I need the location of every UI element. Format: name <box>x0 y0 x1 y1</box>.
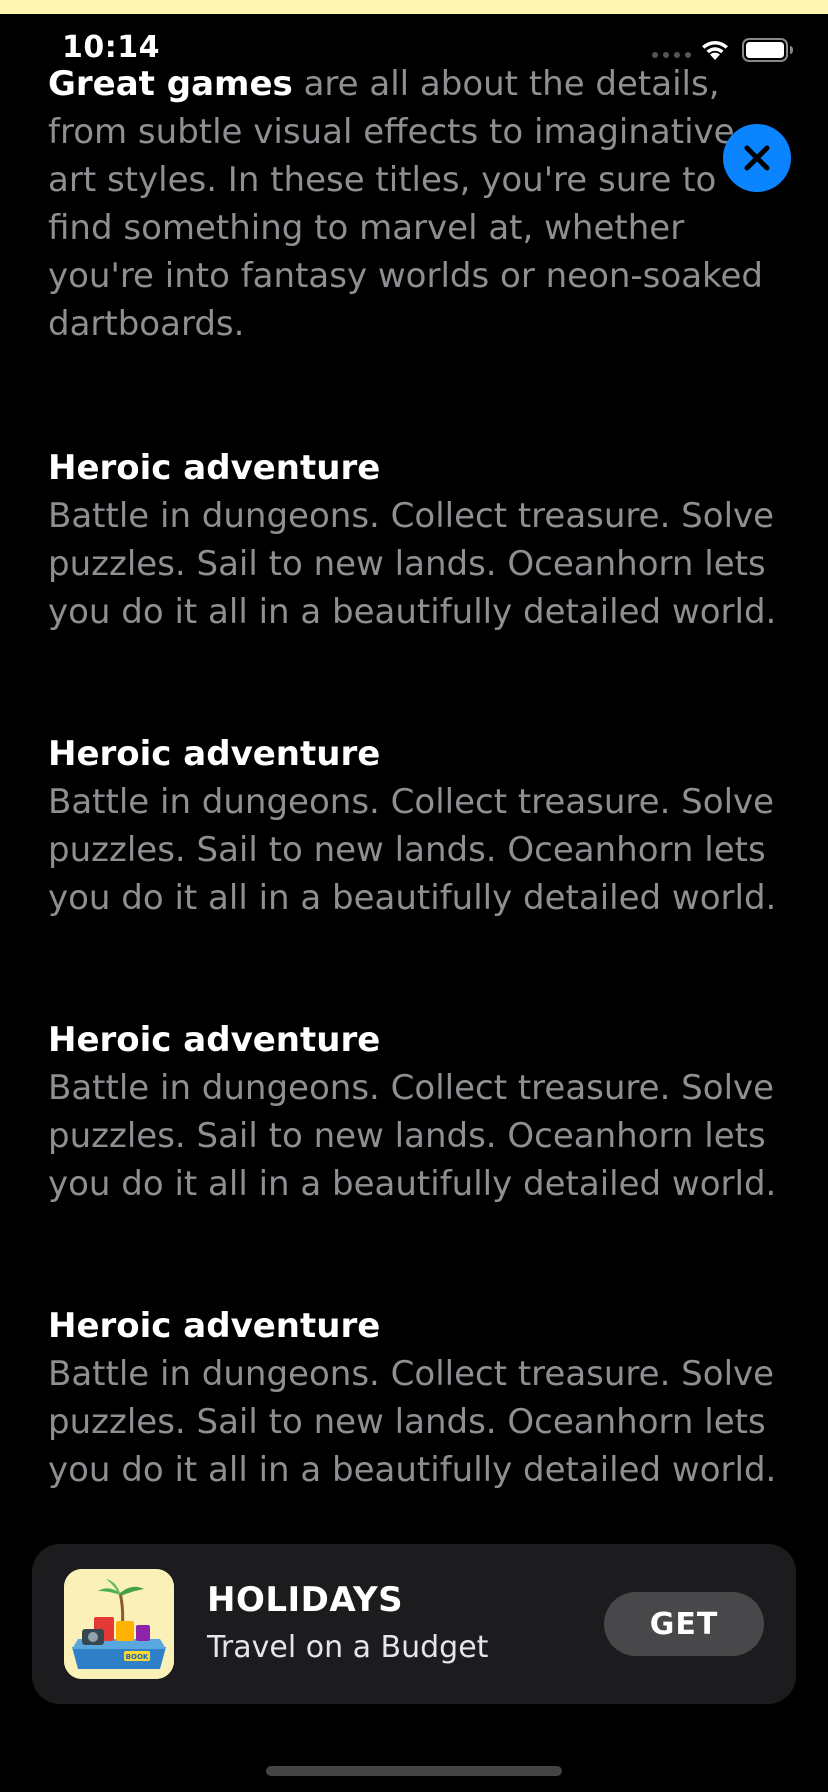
close-button[interactable] <box>723 124 791 192</box>
app-card[interactable]: BOOK HOLIDAYS Travel on a Budget GET <box>32 1544 796 1704</box>
top-strip <box>0 0 828 14</box>
section-1: Heroic adventure Battle in dungeons. Col… <box>48 444 788 636</box>
holidays-app-icon: BOOK <box>64 1569 174 1679</box>
section-title: Heroic adventure <box>48 734 381 774</box>
article-content: Great games are all about the details, f… <box>48 60 788 1494</box>
app-icon[interactable]: BOOK <box>64 1569 174 1679</box>
intro-lead: Great games <box>48 64 293 104</box>
wifi-icon <box>702 40 728 60</box>
intro-text: are all about the details, from subtle v… <box>48 64 764 344</box>
signal-dots-icon <box>652 52 691 58</box>
book-label: BOOK <box>126 1653 149 1661</box>
section-2: Heroic adventure Battle in dungeons. Col… <box>48 730 788 922</box>
home-indicator[interactable] <box>266 1766 562 1776</box>
get-button[interactable]: GET <box>604 1592 764 1656</box>
section-title: Heroic adventure <box>48 1306 381 1346</box>
battery-icon <box>742 38 793 62</box>
section-body: Battle in dungeons. Collect treasure. So… <box>48 782 777 918</box>
intro-paragraph: Great games are all about the details, f… <box>48 60 788 348</box>
section-4: Heroic adventure Battle in dungeons. Col… <box>48 1302 788 1494</box>
close-icon <box>744 145 770 171</box>
section-3: Heroic adventure Battle in dungeons. Col… <box>48 1016 788 1208</box>
app-name: HOLIDAYS <box>207 1580 404 1620</box>
section-title: Heroic adventure <box>48 1020 381 1060</box>
section-title: Heroic adventure <box>48 448 381 488</box>
section-body: Battle in dungeons. Collect treasure. So… <box>48 1068 777 1204</box>
section-body: Battle in dungeons. Collect treasure. So… <box>48 1354 777 1490</box>
section-body: Battle in dungeons. Collect treasure. So… <box>48 496 777 632</box>
app-subtitle: Travel on a Budget <box>207 1630 489 1665</box>
